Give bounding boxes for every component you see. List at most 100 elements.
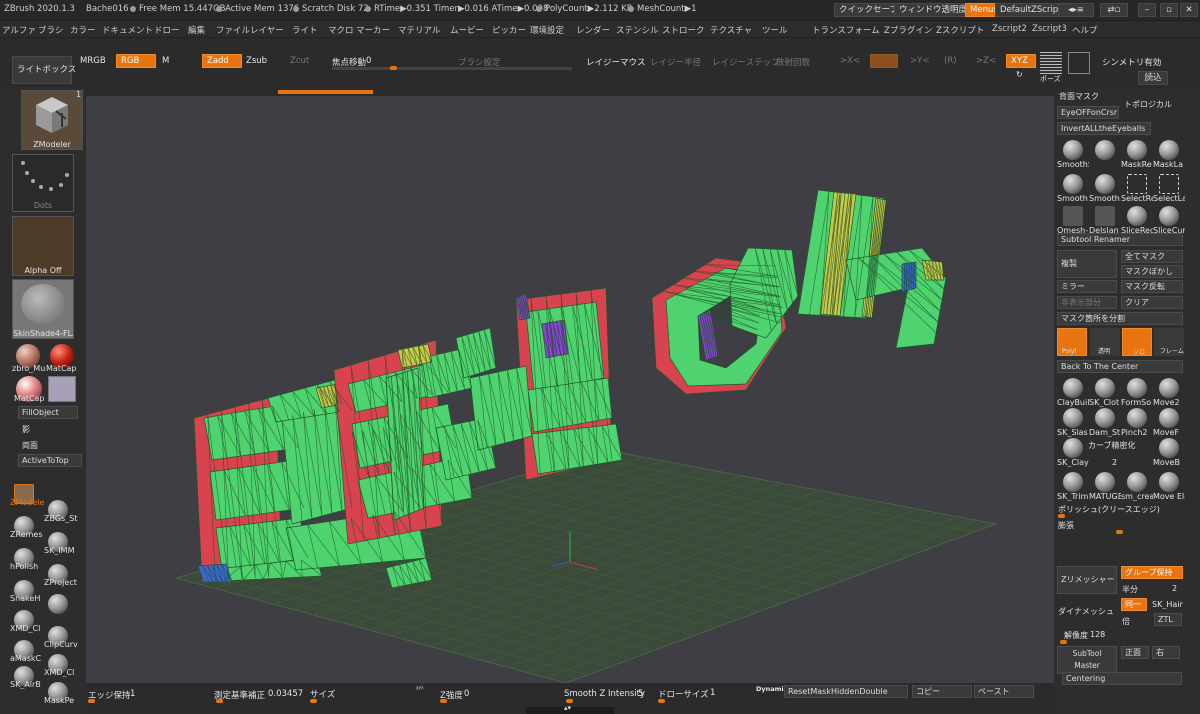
inflate-slider[interactable]: 膨張	[1058, 520, 1074, 531]
zadd-button[interactable]: Zadd	[202, 54, 242, 68]
focal-shift-slider[interactable]	[332, 67, 572, 70]
menu-item[interactable]: ツール	[762, 24, 788, 36]
menu-item[interactable]: ステンシル	[616, 24, 659, 36]
mask-invert-button[interactable]: マスク反転	[1121, 280, 1183, 293]
alpha-thumbnail[interactable]: Alpha Off	[12, 216, 74, 276]
dynamic-button[interactable]: Dynamic	[756, 685, 788, 693]
tray-brush-icon[interactable]	[1127, 140, 1147, 160]
z-intensity-knob[interactable]	[440, 699, 447, 703]
inflate-knob[interactable]	[1116, 530, 1123, 534]
fill-object-button[interactable]: FillObject	[18, 406, 78, 419]
transparent-button[interactable]: 透明	[1090, 328, 1120, 356]
reset-mask-button[interactable]: ResetMaskHiddenDouble	[784, 685, 908, 698]
collapse-handle[interactable]: ▴▾	[526, 704, 614, 714]
tray-brush-icon[interactable]	[1127, 174, 1147, 194]
mrgb-button[interactable]: MRGB	[80, 56, 106, 66]
paste-button[interactable]: ペースト	[974, 685, 1034, 698]
pose-icon[interactable]	[1040, 52, 1062, 74]
keep-groups-button[interactable]: グループ保持	[1121, 566, 1183, 579]
menu-item[interactable]: ライト	[292, 24, 318, 36]
subtool-renamer-button[interactable]: Subtool Renamer	[1057, 233, 1183, 246]
quicksave-button[interactable]: クイックセーブ	[834, 3, 903, 17]
right-view-button[interactable]: 右	[1152, 646, 1180, 659]
subtool-master-button[interactable]: SubTool Master	[1057, 646, 1117, 674]
tray-brush-icon[interactable]	[1159, 206, 1179, 226]
same-button[interactable]: 同一	[1121, 598, 1147, 611]
collapse-arrows-icon[interactable]: ▴▾	[564, 704, 571, 712]
symmetry-pose-icon[interactable]	[1068, 52, 1090, 74]
back-to-center-button[interactable]: Back To The Center	[1057, 360, 1183, 373]
close-icon[interactable]: ✕	[1180, 3, 1198, 17]
sym-toggle[interactable]	[870, 54, 898, 68]
draw-size-label[interactable]: ドローサイズ	[658, 688, 709, 700]
size-knob[interactable]	[310, 699, 317, 703]
tray-brush-icon[interactable]	[1063, 408, 1083, 428]
color-swatch[interactable]	[48, 376, 76, 402]
front-button[interactable]: 正面	[1121, 646, 1149, 659]
menu-item[interactable]: レイヤー	[250, 24, 284, 36]
menu-item[interactable]: ブラシ	[38, 24, 63, 36]
double-sided-toggle[interactable]: 両面	[22, 440, 38, 451]
measure-knob[interactable]	[216, 699, 223, 703]
menu-item[interactable]: ストローク	[662, 24, 705, 36]
viewport-canvas[interactable]	[86, 88, 1054, 683]
tray-brush-icon[interactable]	[1095, 408, 1115, 428]
tray-brush-icon[interactable]	[1063, 378, 1083, 398]
eye-off-button[interactable]: EyeOFFonCrsr	[1057, 106, 1119, 119]
brush-settings-label[interactable]: ブラシ設定	[458, 56, 500, 68]
current-tool-thumbnail[interactable]: ZModeler	[21, 90, 83, 150]
topological-button[interactable]: トポロジカル	[1124, 99, 1172, 110]
lazy-mouse-button[interactable]: レイジーマウス	[586, 56, 646, 68]
tray-brush-icon[interactable]	[1063, 438, 1083, 458]
menu-item[interactable]: Zscript2	[992, 24, 1027, 34]
symmetry-enable-label[interactable]: シンメトリ有効	[1102, 56, 1161, 68]
menu-item[interactable]: カラー	[70, 24, 96, 36]
menu-item[interactable]: ドロー	[154, 24, 180, 36]
hidden-split-button[interactable]: 非表示部分	[1057, 296, 1117, 309]
double-button[interactable]: 倍	[1122, 616, 1130, 627]
menu-item[interactable]: Zscript3	[1032, 24, 1067, 34]
tray-brush-icon[interactable]	[1159, 378, 1179, 398]
menu-item[interactable]: ムービー	[450, 24, 484, 36]
maximize-icon[interactable]: ▫	[1160, 3, 1178, 17]
rgb-button[interactable]: RGB	[116, 54, 156, 68]
menu-item[interactable]: Zプラグイン	[884, 24, 932, 36]
backface-mask-button[interactable]: 背面マスク	[1059, 91, 1099, 102]
polish-knob[interactable]	[1058, 514, 1065, 518]
sk-hair-label[interactable]: SK_Hair	[1152, 600, 1183, 609]
duplicate-button[interactable]: 複製	[1057, 250, 1117, 278]
polyframe-button[interactable]: Polyf	[1057, 328, 1087, 356]
frame-button[interactable]: フレーム	[1154, 328, 1184, 356]
default-zscript-button[interactable]: DefaultZScript	[995, 3, 1067, 17]
tray-brush-icon[interactable]	[1063, 140, 1083, 160]
tray-brush-icon[interactable]	[1127, 206, 1147, 226]
shadow-toggle[interactable]: 影	[22, 424, 30, 435]
copy-button[interactable]: コピー	[912, 685, 972, 698]
tray-brush-icon[interactable]	[1159, 438, 1179, 458]
menu-item[interactable]: テクスチャ	[710, 24, 752, 36]
radial-symmetry-button[interactable]: (R)	[944, 56, 957, 66]
menu-item[interactable]: Zスクリプト	[936, 24, 984, 36]
active-to-top-button[interactable]: ActiveToTop	[18, 454, 82, 467]
tray-brush-icon[interactable]	[1095, 206, 1115, 226]
zsub-button[interactable]: Zsub	[246, 56, 267, 66]
xyz-small-icon[interactable]: ᵡʸᶻ	[416, 685, 424, 693]
resolution-label[interactable]: 解像度	[1064, 630, 1088, 641]
lazy-step-slider[interactable]: レイジーステップ	[712, 56, 780, 68]
tray-brush-icon[interactable]	[1127, 378, 1147, 398]
focal-shift-knob[interactable]	[390, 66, 397, 70]
resolution-knob[interactable]	[1060, 640, 1067, 644]
y-symmetry-button[interactable]: >Y<	[910, 56, 929, 66]
m-button[interactable]: M	[162, 56, 169, 66]
ztl-button[interactable]: ZTL	[1154, 613, 1182, 626]
tray-brush-icon[interactable]	[1063, 174, 1083, 194]
tray-brush-icon[interactable]	[1159, 408, 1179, 428]
tray-brush-icon[interactable]	[1063, 472, 1083, 492]
curve-precise-label[interactable]: カーブ精密化	[1088, 440, 1136, 451]
z-symmetry-button[interactable]: >Z<	[976, 56, 996, 66]
lazy-radius-slider[interactable]: レイジー半径	[650, 56, 701, 68]
menu-item[interactable]: アルファ	[2, 24, 36, 36]
brush-icon[interactable]	[48, 594, 68, 614]
menu-item[interactable]: 編集	[188, 24, 205, 36]
menu-item[interactable]: ピッカー	[492, 24, 526, 36]
